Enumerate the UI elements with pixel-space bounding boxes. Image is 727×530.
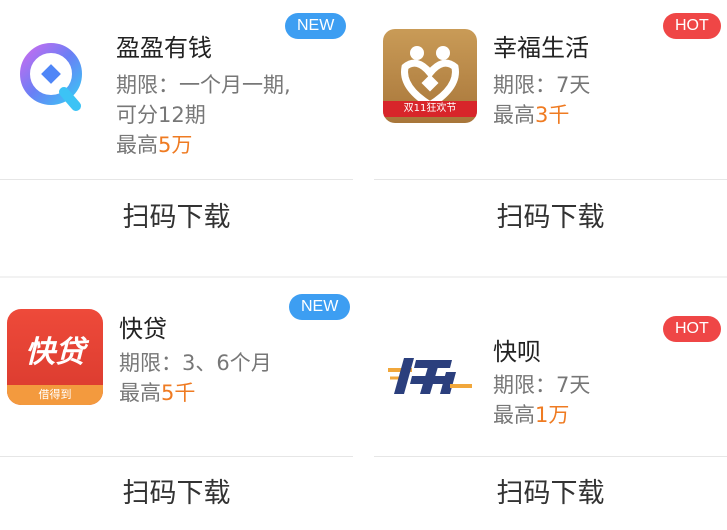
term-line: 期限：3、6个月 [119, 351, 272, 375]
download-button[interactable]: 扫码下载 [374, 471, 727, 510]
divider [0, 179, 353, 180]
kuaibei-logo-icon [386, 350, 476, 398]
hot-badge: HOT [663, 316, 721, 342]
max-label: 最高 [119, 381, 161, 405]
max-amount-line: 最高5万 [116, 130, 291, 160]
new-badge: NEW [285, 13, 347, 39]
hot-badge: HOT [663, 13, 721, 39]
divider [0, 456, 353, 457]
term-line: 期限：一个月一期, [116, 73, 291, 97]
app-name: 盈盈有钱 [116, 34, 212, 62]
icon-subtext: 借得到 [7, 385, 103, 405]
term-line: 可分12期 [116, 103, 206, 127]
app-card-yingying[interactable]: 盈盈有钱 NEW 期限：一个月一期, 可分12期 最高5万 [0, 0, 355, 180]
kuaidai-logo-icon: 快贷 借得到 [7, 309, 103, 405]
max-amount: 3千 [535, 103, 570, 127]
term-line: 期限：7天 [493, 373, 591, 397]
download-button[interactable]: 扫码下载 [0, 195, 353, 234]
term-line: 期限：7天 [493, 73, 591, 97]
app-card-kuaidai[interactable]: 快贷 借得到 快贷 NEW 期限：3、6个月 最高5千 [0, 288, 355, 456]
app-name: 幸福生活 [493, 34, 589, 62]
app-card-kuaibei[interactable]: 快呗 HOT 期限：7天 最高1万 [372, 288, 727, 456]
app-description: 期限：7天 最高3千 [493, 70, 590, 130]
max-amount: 5千 [161, 381, 196, 405]
max-amount: 5万 [158, 133, 193, 157]
max-label: 最高 [493, 103, 535, 127]
download-button[interactable]: 扫码下载 [374, 195, 727, 234]
download-button[interactable]: 扫码下载 [0, 471, 353, 510]
icon-brand-text: 快贷 [25, 335, 85, 370]
max-amount-line: 最高3千 [493, 100, 590, 130]
app-card-xingfu[interactable]: 双11狂欢节 幸福生活 HOT 期限：7天 最高3千 [372, 0, 727, 180]
max-amount-line: 最高1万 [493, 400, 590, 430]
app-description: 期限：一个月一期, 可分12期 最高5万 [116, 70, 291, 160]
max-label: 最高 [116, 133, 158, 157]
divider [374, 456, 727, 457]
xingfu-logo-icon: 双11狂欢节 [383, 29, 477, 123]
new-badge: NEW [289, 294, 351, 320]
yingying-logo-icon [16, 38, 86, 113]
app-description: 期限：7天 最高1万 [493, 370, 590, 430]
app-name: 快呗 [493, 338, 541, 366]
app-description: 期限：3、6个月 最高5千 [119, 348, 272, 408]
max-label: 最高 [493, 403, 535, 427]
max-amount-line: 最高5千 [119, 378, 272, 408]
icon-ribbon: 双11狂欢节 [383, 101, 477, 117]
app-name: 快贷 [119, 315, 167, 343]
row-separator [0, 276, 727, 278]
max-amount: 1万 [535, 403, 570, 427]
divider [374, 179, 727, 180]
